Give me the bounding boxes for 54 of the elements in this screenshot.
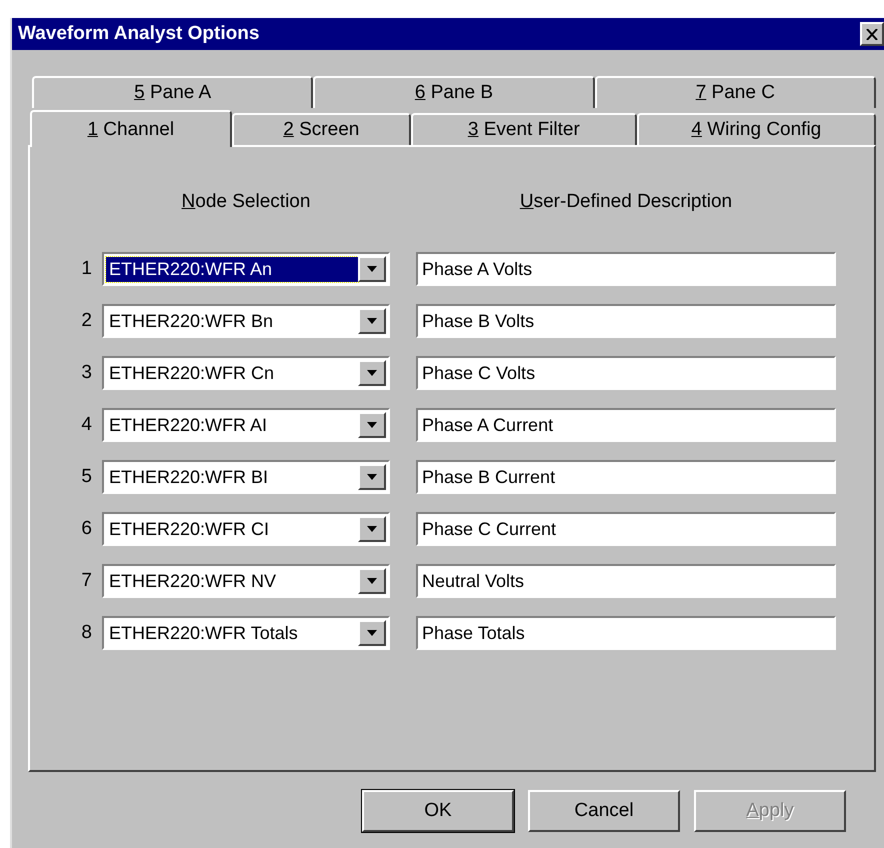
dialog-button[interactable]: Cancel <box>528 790 680 832</box>
description-field[interactable]: Phase B Volts <box>416 304 836 338</box>
node-dropdown[interactable]: ETHER220:WFR AI <box>102 408 390 442</box>
node-dropdown[interactable]: ETHER220:WFR Bn <box>102 304 390 338</box>
caret-icon <box>367 630 377 636</box>
channel-number: 4 <box>81 414 92 436</box>
column-header: User-Defined Description <box>520 191 732 213</box>
node-dropdown[interactable]: ETHER220:WFR CI <box>102 512 390 546</box>
description-field[interactable]: Phase A Current <box>416 408 836 442</box>
channel-number: 5 <box>81 466 92 488</box>
dropdown-button[interactable] <box>358 256 386 282</box>
tab[interactable]: 1 Channel <box>30 110 232 147</box>
node-dropdown[interactable]: ETHER220:WFR An <box>102 252 390 286</box>
tab[interactable]: 3 Event Filter <box>411 113 637 145</box>
caret-icon <box>367 318 377 324</box>
tab[interactable]: 4 Wiring Config <box>636 113 876 145</box>
dialog-button[interactable]: OK <box>362 790 514 832</box>
caret-icon <box>367 422 377 428</box>
channel-number: 6 <box>81 518 92 540</box>
node-dropdown[interactable]: ETHER220:WFR Totals <box>102 616 390 650</box>
description-field[interactable]: Phase B Current <box>416 460 836 494</box>
column-header: Node Selection <box>182 191 310 213</box>
dropdown-button[interactable] <box>358 464 386 490</box>
tab[interactable]: 6 Pane B <box>313 76 595 108</box>
node-dropdown[interactable]: ETHER220:WFR Cn <box>102 356 390 390</box>
description-field[interactable]: Phase Totals <box>416 616 836 650</box>
caret-icon <box>367 474 377 480</box>
channel-number: 8 <box>81 622 92 644</box>
caret-icon <box>367 370 377 376</box>
node-dropdown[interactable]: ETHER220:WFR BI <box>102 460 390 494</box>
caret-icon <box>367 266 377 272</box>
tab[interactable]: 5 Pane A <box>32 76 314 108</box>
tab[interactable]: 2 Screen <box>232 113 412 145</box>
dropdown-button[interactable] <box>358 412 386 438</box>
window-title: Waveform Analyst Options <box>18 23 260 45</box>
dropdown-button[interactable] <box>358 568 386 594</box>
description-field[interactable]: Phase C Volts <box>416 356 836 390</box>
caret-icon <box>367 578 377 584</box>
channel-number: 1 <box>81 258 92 280</box>
dropdown-button[interactable] <box>358 308 386 334</box>
close-button[interactable] <box>860 22 884 46</box>
channel-number: 7 <box>81 570 92 592</box>
dropdown-button[interactable] <box>358 620 386 646</box>
description-field[interactable]: Phase C Current <box>416 512 836 546</box>
dropdown-button[interactable] <box>358 516 386 542</box>
channel-number: 2 <box>81 310 92 332</box>
dropdown-button[interactable] <box>358 360 386 386</box>
tab[interactable]: 7 Pane C <box>594 76 876 108</box>
node-dropdown[interactable]: ETHER220:WFR NV <box>102 564 390 598</box>
description-field[interactable]: Neutral Volts <box>416 564 836 598</box>
channel-number: 3 <box>81 362 92 384</box>
close-icon <box>866 28 878 40</box>
caret-icon <box>367 526 377 532</box>
description-field[interactable]: Phase A Volts <box>416 252 836 286</box>
